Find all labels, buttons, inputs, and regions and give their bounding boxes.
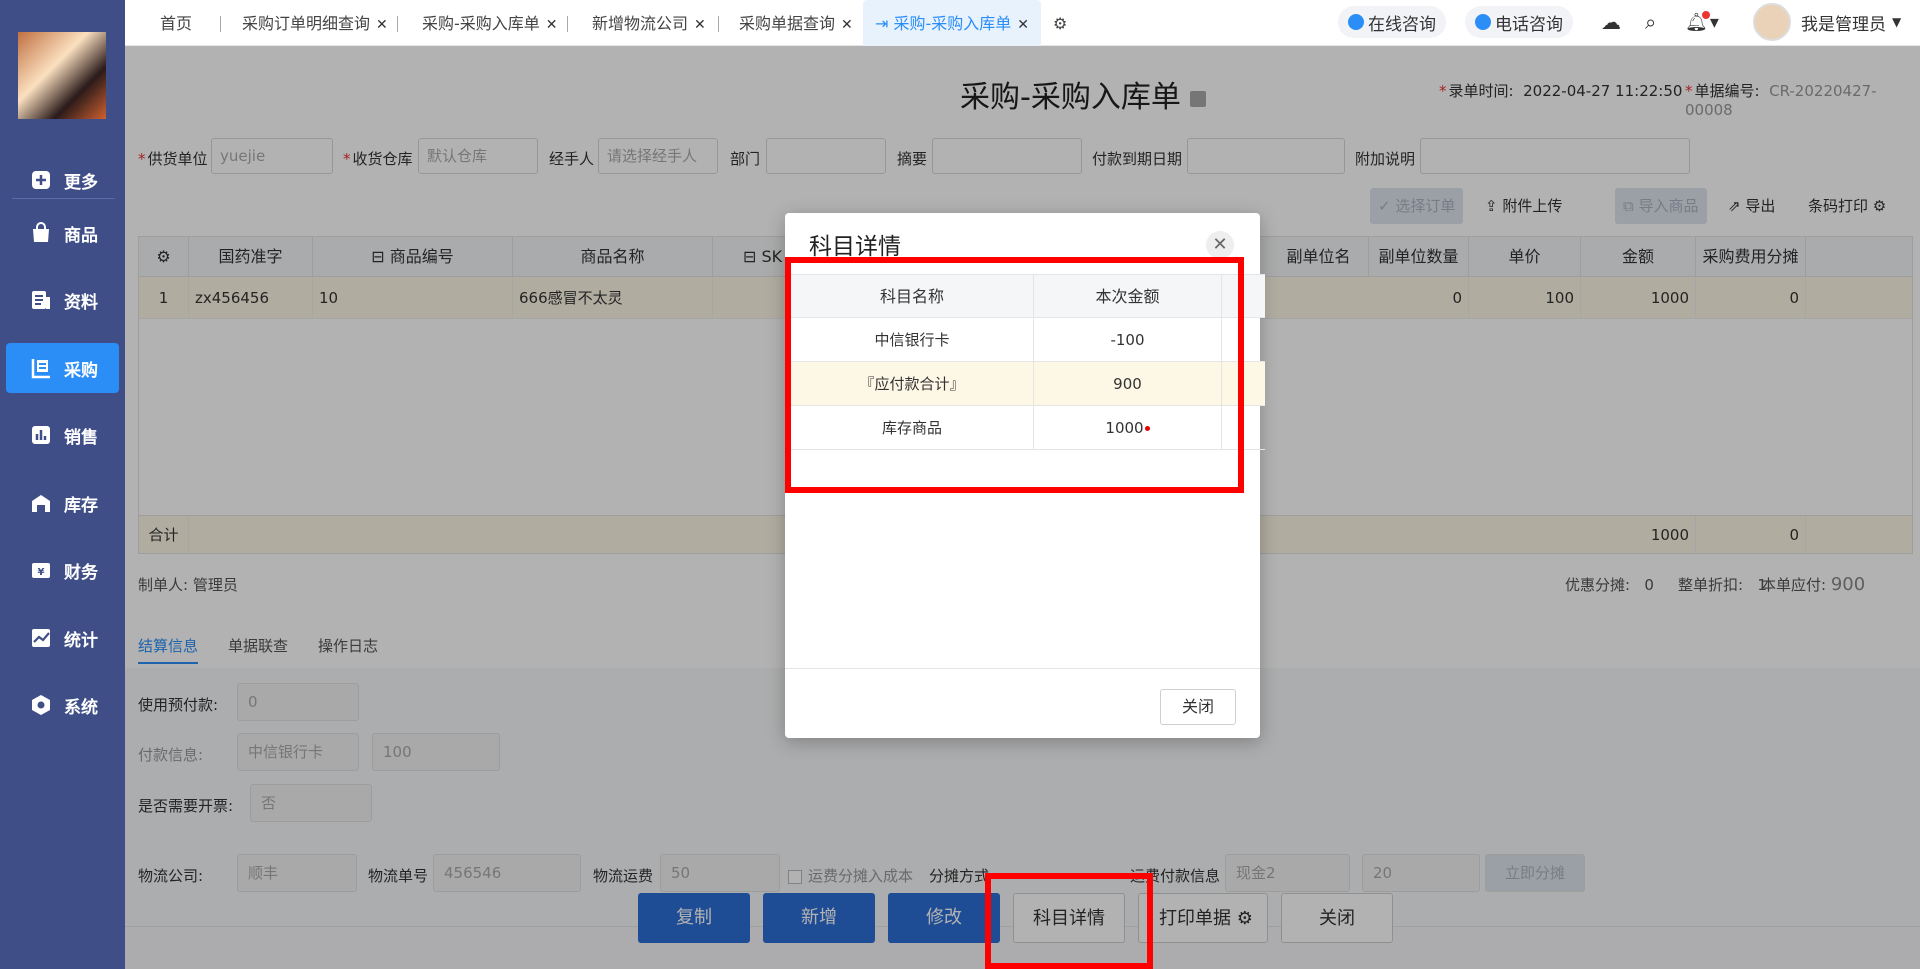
sidebar-item-label: 采购 xyxy=(64,360,98,381)
tab-icon: ⇥ xyxy=(875,14,894,33)
svg-text:¥: ¥ xyxy=(38,567,45,578)
divider xyxy=(12,198,115,199)
sidebar-item-label: 更多 xyxy=(64,172,98,193)
avatar xyxy=(1753,3,1791,41)
online-consult-button[interactable]: 在线咨询 xyxy=(1338,6,1446,38)
user-name: 我是管理员 xyxy=(1801,14,1886,35)
hexagon-icon xyxy=(30,694,52,716)
sidebar-item-label: 系统 xyxy=(64,697,98,718)
phone-consult-button[interactable]: 电话咨询 xyxy=(1465,6,1573,38)
modal-close-button[interactable]: 关闭 xyxy=(1160,689,1236,725)
sidebar-item-label: 统计 xyxy=(64,630,98,651)
sidebar: 更多 商品 资料 采购 销售 库存 ¥ 财务 统计 系统 xyxy=(0,0,125,969)
phone-consult-label: 电话咨询 xyxy=(1495,14,1563,35)
gear-icon[interactable]: ⚙ xyxy=(1053,0,1067,46)
bar-chart-icon xyxy=(30,424,52,446)
chevron-down-icon: ▼ xyxy=(1892,15,1902,29)
tab-new-logistics[interactable]: 新增物流公司 ✕ xyxy=(592,0,706,46)
tab-home[interactable]: 首页 xyxy=(160,0,192,46)
close-icon[interactable]: ✕ xyxy=(841,17,853,33)
tab-label: 采购订单明细查询 xyxy=(242,14,371,33)
divider xyxy=(785,668,1260,669)
plus-square-icon xyxy=(30,169,52,191)
tab-purchase-receipt[interactable]: 采购-采购入库单 ✕ xyxy=(422,0,558,46)
trend-icon xyxy=(30,627,52,649)
sidebar-item-finance[interactable]: ¥ 财务 xyxy=(6,545,119,595)
tab-label: 采购-采购入库单 xyxy=(422,14,540,33)
sidebar-item-label: 商品 xyxy=(64,225,98,246)
sidebar-item-stats[interactable]: 统计 xyxy=(6,613,119,663)
tab-separator xyxy=(220,16,221,32)
tab-label: 新增物流公司 xyxy=(592,14,689,33)
highlight-box-table xyxy=(785,257,1244,493)
tab-label: 首页 xyxy=(160,14,193,33)
sidebar-item-label: 财务 xyxy=(64,562,98,583)
sidebar-item-label: 销售 xyxy=(64,427,98,448)
tab-label: 采购-采购入库单 xyxy=(893,14,1012,33)
user-menu[interactable]: 我是管理员 ▼ xyxy=(1753,3,1902,41)
tab-doc-query[interactable]: 采购单据查询 ✕ xyxy=(739,0,853,46)
cloud-download-icon[interactable]: ☁ xyxy=(1601,6,1621,38)
document-icon xyxy=(30,289,52,311)
tab-separator xyxy=(397,16,398,32)
sidebar-item-system[interactable]: 系统 xyxy=(6,680,119,730)
sidebar-item-data[interactable]: 资料 xyxy=(6,275,119,325)
search-icon[interactable]: ⌕ xyxy=(1645,6,1656,38)
close-icon[interactable]: ✕ xyxy=(546,17,558,33)
sidebar-item-label: 资料 xyxy=(64,292,98,313)
highlight-box-detail-button xyxy=(985,873,1153,969)
bell-icon[interactable]: 🔔︎ ▾ xyxy=(1685,6,1719,38)
warehouse-icon xyxy=(30,492,52,514)
sidebar-item-goods[interactable]: 商品 xyxy=(6,208,119,258)
app-logo xyxy=(18,32,106,119)
online-consult-label: 在线咨询 xyxy=(1368,14,1436,35)
bag-icon xyxy=(30,222,52,244)
close-icon[interactable]: ✕ xyxy=(1017,17,1029,33)
chat-icon xyxy=(1348,14,1364,30)
tab-separator xyxy=(718,16,719,32)
close-icon[interactable]: ✕ xyxy=(376,17,388,33)
top-tab-bar: 首页 采购订单明细查询 ✕ 采购-采购入库单 ✕ 新增物流公司 ✕ 采购单据查询 ✕ ⇥… xyxy=(125,0,1920,46)
tab-order-detail[interactable]: 采购订单明细查询 ✕ xyxy=(242,0,388,46)
purchase-icon xyxy=(30,357,52,379)
sidebar-item-label: 库存 xyxy=(64,495,98,516)
close-icon[interactable]: ✕ xyxy=(694,17,706,33)
tab-separator xyxy=(567,16,568,32)
modal-title: 科目详情 xyxy=(809,234,901,260)
sidebar-item-purchase[interactable]: 采购 xyxy=(6,343,119,393)
yen-icon: ¥ xyxy=(30,559,52,581)
sidebar-item-inventory[interactable]: 库存 xyxy=(6,478,119,528)
tab-active-purchase-receipt[interactable]: ⇥ 采购-采购入库单 ✕ xyxy=(863,0,1042,46)
phone-icon xyxy=(1475,14,1491,30)
tab-label: 采购单据查询 xyxy=(739,14,836,33)
sidebar-item-sales[interactable]: 销售 xyxy=(6,410,119,460)
close-icon[interactable]: ✕ xyxy=(1206,231,1234,259)
